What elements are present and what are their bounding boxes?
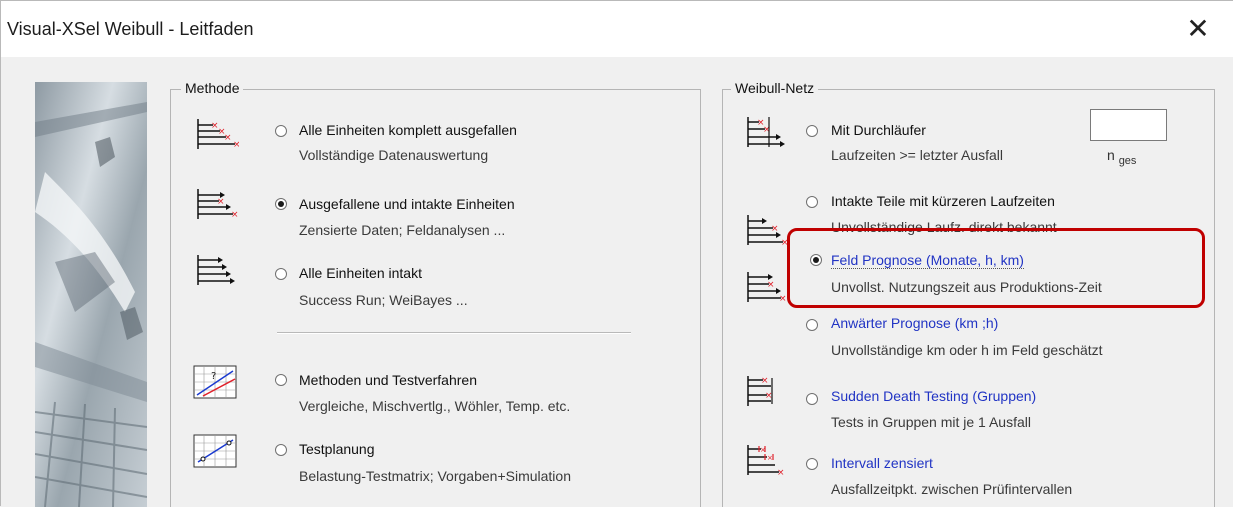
svg-text:×: ×	[767, 280, 775, 290]
svg-text:×: ×	[231, 210, 239, 220]
weibull-netz-legend: Weibull-Netz	[731, 80, 819, 96]
radio-intervall-zensiert[interactable]	[806, 458, 818, 470]
n-ges-subscript: ges	[1118, 154, 1137, 167]
option-label-intervall-zensiert[interactable]: Intervall zensiert	[831, 455, 933, 471]
radio-testplanung[interactable]	[275, 444, 287, 456]
option-sub-sudden-death: Tests in Gruppen mit je 1 Ausfall	[831, 414, 1031, 430]
option-sub-mit-durchlaeufer: Laufzeiten >= letzter Ausfall	[831, 147, 1003, 163]
radio-mit-durchlaeufer[interactable]	[806, 125, 818, 137]
option-sub-methoden-testverfahren: Vergleiche, Mischvertlg., Wöhler, Temp. …	[299, 398, 571, 414]
radio-ausgefallene-intakte[interactable]	[275, 198, 287, 210]
svg-text:×: ×	[224, 133, 232, 143]
n-ges-label: n ges	[1107, 147, 1136, 167]
test-planning-chart-icon	[193, 434, 237, 468]
intact-shorter-icon: × ×	[745, 213, 789, 248]
option-label-mit-durchlaeufer[interactable]: Mit Durchläufer	[831, 122, 926, 138]
runner-icon: × ×	[745, 115, 789, 149]
svg-text:×: ×	[767, 454, 773, 462]
radio-alle-ausgefallen[interactable]	[275, 125, 287, 137]
censored-data-icon: × ×	[195, 187, 239, 221]
methode-legend: Methode	[181, 80, 244, 96]
svg-text:×: ×	[233, 140, 239, 150]
option-label-methoden-testverfahren[interactable]: Methoden und Testverfahren	[299, 372, 477, 388]
all-failed-icon: × × × ×	[195, 117, 241, 151]
svg-text:×: ×	[760, 446, 766, 454]
option-sub-intervall-zensiert: Ausfallzeitpkt. zwischen Prüfintervallen	[831, 481, 1073, 497]
field-forecast-icon: × ×	[745, 270, 789, 304]
svg-text:?: ?	[211, 371, 216, 382]
svg-text:×: ×	[779, 294, 787, 304]
interval-censored-icon: × × ×	[745, 443, 789, 478]
side-photo-image	[35, 82, 147, 507]
option-label-alle-ausgefallen[interactable]: Alle Einheiten komplett ausgefallen	[299, 122, 517, 138]
option-label-anwaerter-prognose[interactable]: Anwärter Prognose (km ;h)	[831, 315, 998, 331]
radio-methoden-testverfahren[interactable]	[275, 374, 287, 386]
radio-alle-intakt[interactable]	[275, 268, 287, 280]
n-ges-input[interactable]	[1090, 109, 1167, 141]
sudden-death-icon: × ×	[745, 374, 789, 408]
option-sub-alle-ausgefallen: Vollständige Datenauswertung	[299, 147, 489, 163]
window-title: Visual-XSel Weibull - Leitfaden	[7, 19, 254, 39]
svg-text:×: ×	[217, 197, 225, 207]
option-sub-alle-intakt: Success Run; WeiBayes ...	[299, 292, 468, 308]
option-label-sudden-death[interactable]: Sudden Death Testing (Gruppen)	[831, 388, 1036, 404]
n-ges-prefix: n	[1107, 147, 1115, 163]
all-intact-icon	[195, 253, 239, 287]
title-bar: Visual-XSel Weibull - Leitfaden ✕	[1, 1, 1233, 57]
close-icon[interactable]: ✕	[1182, 13, 1214, 45]
radio-intakte-teile[interactable]	[806, 196, 818, 208]
methods-chart-icon: ?	[193, 365, 237, 399]
radio-selected-dot	[278, 201, 284, 207]
highlight-box	[787, 228, 1205, 308]
radio-anwaerter-prognose[interactable]	[806, 319, 818, 331]
svg-text:×: ×	[771, 224, 779, 234]
methode-separator	[277, 332, 631, 334]
option-sub-ausgefallene-intakte: Zensierte Daten; Feldanalysen ...	[299, 222, 506, 238]
svg-text:×: ×	[777, 468, 785, 477]
option-label-alle-intakt[interactable]: Alle Einheiten intakt	[299, 265, 422, 281]
option-sub-testplanung: Belastung-Testmatrix; Vorgaben+Simulatio…	[299, 468, 571, 484]
option-label-intakte-teile[interactable]: Intakte Teile mit kürzeren Laufzeiten	[831, 193, 1055, 209]
dialog-window: Visual-XSel Weibull - Leitfaden ✕ Method…	[0, 0, 1233, 507]
option-sub-anwaerter-prognose: Unvollständige km oder h im Feld geschät…	[831, 342, 1103, 358]
svg-text:×: ×	[761, 376, 769, 386]
radio-sudden-death[interactable]	[806, 393, 818, 405]
option-label-ausgefallene-intakte[interactable]: Ausgefallene und intakte Einheiten	[299, 196, 515, 212]
option-label-testplanung[interactable]: Testplanung	[299, 441, 375, 457]
